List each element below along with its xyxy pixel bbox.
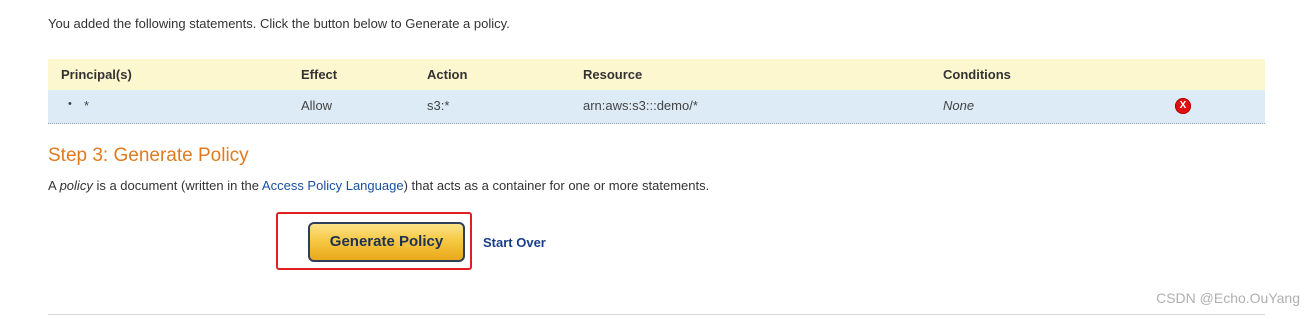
col-conditions: Conditions <box>943 67 1011 82</box>
cell-action: s3:* <box>427 98 450 113</box>
col-action: Action <box>427 67 468 82</box>
divider <box>48 314 1265 315</box>
watermark-text: CSDN @Echo.OuYang <box>1156 290 1300 306</box>
start-over-link[interactable]: Start Over <box>483 235 546 250</box>
access-policy-language-link[interactable]: Access Policy Language <box>262 178 404 193</box>
col-resource: Resource <box>583 67 643 82</box>
step3-title: Step 3: Generate Policy <box>48 145 249 166</box>
col-effect: Effect <box>301 67 338 82</box>
policy-generator-page: You added the following statements. Clic… <box>0 0 1316 319</box>
cell-resource: arn:aws:s3:::demo/* <box>583 98 698 113</box>
desc-prefix: A <box>48 178 60 193</box>
generate-policy-button[interactable]: Generate Policy <box>308 222 465 262</box>
table-row: • * Allow s3:* arn:aws:s3:::demo/* None … <box>48 90 1265 124</box>
desc-suffix: ) that acts as a container for one or mo… <box>403 178 710 193</box>
desc-policy-word: policy <box>59 178 93 193</box>
desc-middle: is a document (written in the <box>92 178 262 193</box>
statements-table-header: Principal(s) Effect Action Resource Cond… <box>48 59 1265 90</box>
cell-effect: Allow <box>301 98 333 113</box>
delete-statement-icon[interactable]: X <box>1175 98 1191 114</box>
col-principals: Principal(s) <box>61 67 132 82</box>
bullet-icon: • <box>68 98 72 110</box>
step3-description: A policy is a document (written in the A… <box>48 178 709 193</box>
cell-conditions: None <box>943 98 975 113</box>
cell-principal: * <box>84 98 90 113</box>
intro-text: You added the following statements. Clic… <box>48 16 510 31</box>
